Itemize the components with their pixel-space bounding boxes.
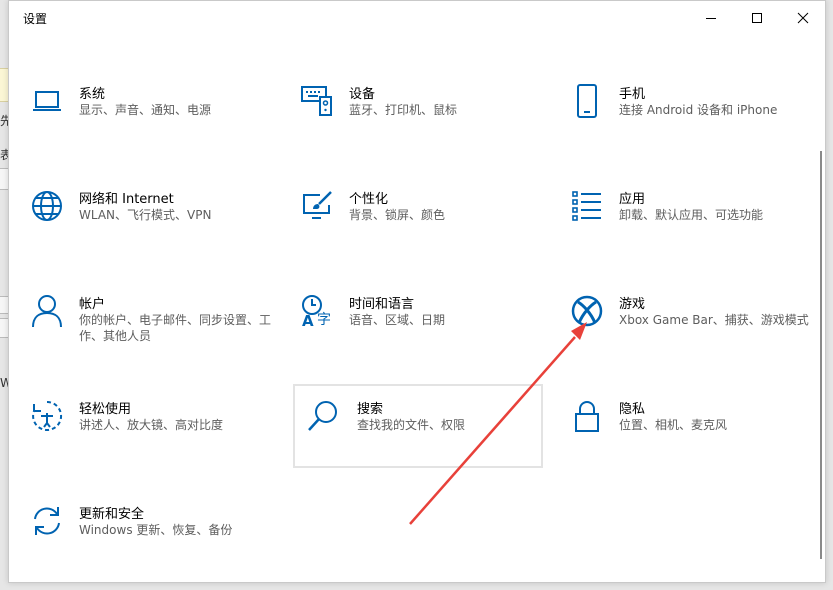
category-description: 语音、区域、日期 [349, 313, 446, 327]
keyboard-devices-icon [299, 83, 335, 119]
category-personalization[interactable]: 个性化 背景、锁屏、颜色 [299, 188, 547, 274]
xbox-icon [569, 293, 605, 329]
background-text-1: 先 [0, 114, 8, 128]
background-text-3: Wi [0, 376, 8, 390]
category-accounts[interactable]: 帐户 你的帐户、电子邮件、同步设置、工作、其他人员 [29, 293, 277, 379]
close-button[interactable] [780, 1, 826, 35]
category-description: 查找我的文件、权限 [357, 418, 466, 432]
category-phone[interactable]: 手机 连接 Android 设备和 iPhone [569, 83, 817, 169]
category-search[interactable]: 搜索 查找我的文件、权限 [293, 384, 543, 468]
minimize-icon [706, 18, 716, 19]
category-description: 位置、相机、麦克风 [619, 418, 728, 432]
category-apps[interactable]: 应用 卸载、默认应用、可选功能 [569, 188, 817, 274]
category-name: 轻松使用 [79, 402, 132, 417]
maximize-button[interactable] [734, 1, 780, 35]
background-text-2: 表 [0, 148, 8, 162]
paint-brush-icon [299, 188, 335, 224]
settings-window: 设置 系统 显示、声音、通知、电源 设备 蓝牙、打印机、鼠标 手机 连接 And… [8, 0, 826, 583]
category-name: 设备 [349, 87, 376, 102]
category-description: 背景、锁屏、颜色 [349, 208, 446, 222]
globe-icon [29, 188, 65, 224]
maximize-icon [752, 13, 762, 23]
person-icon [29, 293, 65, 329]
apps-list-icon [569, 188, 605, 224]
category-time-language[interactable]: A字 时间和语言 语音、区域、日期 [299, 293, 547, 379]
category-name: 应用 [619, 192, 646, 207]
category-network[interactable]: 网络和 Internet WLAN、飞行模式、VPN [29, 188, 277, 274]
category-devices[interactable]: 设备 蓝牙、打印机、鼠标 [299, 83, 547, 169]
category-name: 系统 [79, 87, 106, 102]
category-description: Windows 更新、恢复、备份 [79, 523, 233, 537]
category-privacy[interactable]: 隐私 位置、相机、麦克风 [569, 398, 817, 484]
category-name: 帐户 [79, 297, 106, 312]
category-name: 游戏 [619, 297, 646, 312]
category-name: 个性化 [349, 192, 389, 207]
category-update-security[interactable]: 更新和安全 Windows 更新、恢复、备份 [29, 503, 277, 589]
ease-of-access-icon [29, 398, 65, 434]
close-icon [797, 12, 809, 24]
category-description: 讲述人、放大镜、高对比度 [79, 418, 224, 432]
category-description: 卸载、默认应用、可选功能 [619, 208, 764, 222]
search-icon [305, 398, 341, 434]
lock-icon [569, 398, 605, 434]
category-description: 蓝牙、打印机、鼠标 [349, 103, 458, 117]
window-title: 设置 [23, 12, 48, 26]
category-description: WLAN、飞行模式、VPN [79, 208, 212, 222]
category-name: 网络和 Internet [79, 192, 174, 207]
phone-icon [569, 83, 605, 119]
scrollbar[interactable] [820, 151, 822, 559]
category-description: 你的帐户、电子邮件、同步设置、工作、其他人员 [79, 313, 272, 343]
minimize-button[interactable] [688, 1, 734, 35]
svg-text:字: 字 [317, 312, 331, 328]
category-name: 搜索 [357, 402, 384, 417]
laptop-icon [29, 83, 65, 119]
category-gaming[interactable]: 游戏 Xbox Game Bar、捕获、游戏模式 [569, 293, 817, 379]
category-system[interactable]: 系统 显示、声音、通知、电源 [29, 83, 277, 169]
category-name: 时间和语言 [349, 297, 415, 312]
sync-icon [29, 503, 65, 539]
svg-text:A: A [302, 312, 314, 328]
clock-language-icon: A字 [299, 293, 335, 329]
category-name: 更新和安全 [79, 507, 145, 522]
category-ease-of-access[interactable]: 轻松使用 讲述人、放大镜、高对比度 [29, 398, 277, 484]
category-description: 显示、声音、通知、电源 [79, 103, 212, 117]
category-description: Xbox Game Bar、捕获、游戏模式 [619, 313, 809, 327]
category-description: 连接 Android 设备和 iPhone [619, 103, 778, 117]
category-name: 隐私 [619, 402, 646, 417]
category-name: 手机 [619, 87, 646, 102]
